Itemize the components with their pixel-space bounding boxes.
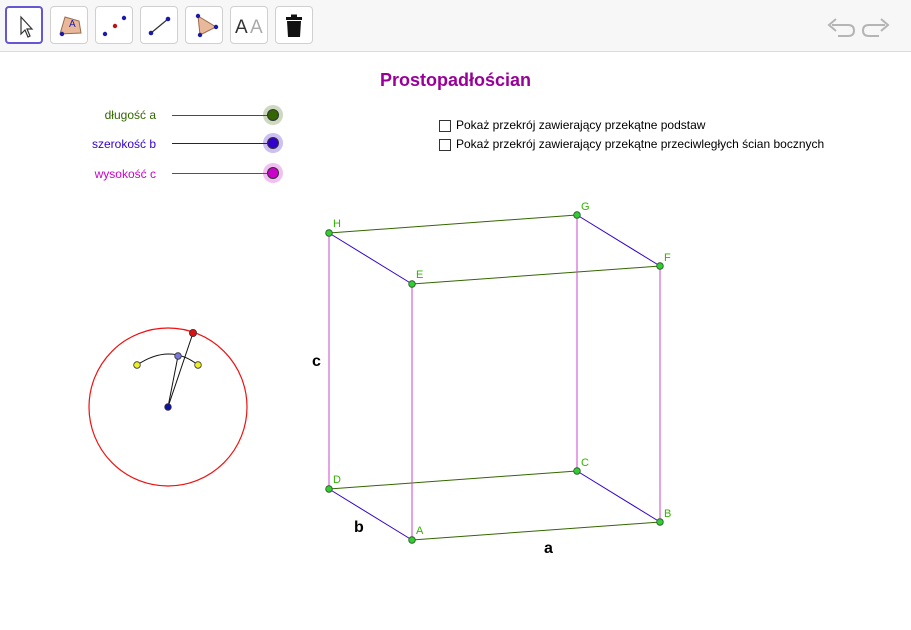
arc-left-point[interactable]	[133, 361, 141, 369]
toolbar: A A A	[0, 0, 911, 52]
point-tool-button[interactable]	[95, 6, 133, 44]
slider-c-track[interactable]	[172, 173, 273, 174]
vertex-d[interactable]	[325, 485, 333, 493]
rotation-circle	[88, 327, 248, 487]
arc-middle-point[interactable]	[174, 352, 182, 360]
text-tool-light-a: A	[250, 17, 263, 38]
vertex-b-label: B	[664, 508, 671, 520]
checkbox-base-diagonals[interactable]	[439, 120, 451, 132]
vertex-c-label: C	[581, 457, 589, 469]
rotation-handle-point[interactable]	[188, 328, 197, 337]
rotation-line-outer	[167, 332, 194, 408]
arc-right-point[interactable]	[194, 361, 202, 369]
vertex-g-label: G	[581, 201, 590, 213]
move-tool-button[interactable]	[5, 6, 43, 44]
edge-label-b: b	[354, 519, 364, 536]
rotation-line-inner	[167, 355, 179, 408]
checkbox-base-diagonals-label[interactable]: Pokaż przekrój zawierający przekątne pod…	[456, 118, 705, 132]
polygon-a-icon: A	[59, 16, 82, 37]
triangle-icon	[195, 13, 219, 38]
vertex-a-label: A	[416, 525, 424, 537]
edge-label-a: a	[544, 540, 553, 557]
triangle-tool-button[interactable]	[185, 6, 223, 44]
slider-b-knob[interactable]	[267, 137, 279, 149]
vertex-e-label: E	[416, 269, 423, 281]
geometry-canvas: A B C D E F G H a b c	[88, 201, 671, 557]
undo-icon[interactable]	[826, 14, 856, 38]
text-tool-dark-a: A	[235, 17, 248, 38]
vertex-d-label: D	[333, 474, 341, 486]
circle-center-point	[164, 403, 172, 411]
vertex-e[interactable]	[408, 280, 416, 288]
polygon-tool-button[interactable]: A	[50, 6, 88, 44]
slider-b-track[interactable]	[172, 143, 273, 144]
segment-tool-button[interactable]	[140, 6, 178, 44]
vertex-g[interactable]	[573, 211, 581, 219]
cursor-arrow-icon	[20, 15, 34, 38]
edge-he	[328, 232, 413, 285]
vertex-a[interactable]	[408, 536, 416, 544]
vertex-f-label: F	[664, 252, 671, 264]
slider-a-knob[interactable]	[267, 109, 279, 121]
delete-tool-button[interactable]	[275, 6, 313, 44]
edge-cb	[576, 470, 661, 523]
trash-icon	[286, 14, 302, 37]
slider-c-label: wysokość c	[94, 167, 156, 181]
edge-ef	[411, 265, 661, 285]
redo-icon[interactable]	[861, 14, 891, 38]
edge-dc	[328, 470, 578, 490]
slider-b-label: szerokość b	[91, 137, 156, 151]
edge-ab	[411, 521, 661, 541]
vertex-h[interactable]	[325, 229, 333, 237]
points-icon	[102, 15, 127, 37]
vertex-f[interactable]	[656, 262, 664, 270]
edge-hg	[328, 214, 578, 234]
slider-c-knob[interactable]	[267, 167, 279, 179]
checkbox-side-diagonals-label[interactable]: Pokaż przekrój zawierający przekątne prz…	[456, 137, 824, 151]
vertex-h-label: H	[333, 218, 341, 230]
edge-gf	[576, 214, 661, 267]
edge-label-c: c	[312, 353, 321, 370]
vertex-b[interactable]	[656, 518, 664, 526]
vertex-c[interactable]	[573, 467, 581, 475]
segment-icon	[148, 16, 171, 36]
rotation-arc	[136, 353, 199, 366]
page-title: Prostopadłościan	[379, 70, 532, 90]
edge-da	[328, 488, 413, 541]
slider-a-track[interactable]	[172, 115, 273, 116]
text-tool-button[interactable]: A A	[230, 6, 268, 44]
slider-a-label: długość a	[104, 108, 156, 122]
checkbox-side-diagonals[interactable]	[439, 139, 451, 151]
polygon-tool-label: A	[69, 19, 76, 30]
text-style-icon: A A	[235, 17, 263, 38]
